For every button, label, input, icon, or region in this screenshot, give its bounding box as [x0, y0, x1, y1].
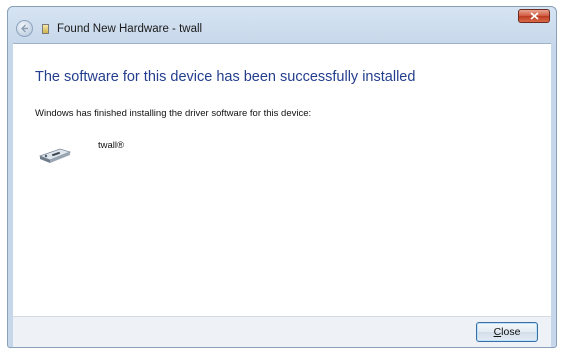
close-icon: [530, 12, 539, 20]
back-arrow-icon: [21, 24, 28, 33]
description-text: Windows has finished installing the driv…: [35, 108, 312, 119]
close-button[interactable]: Close: [476, 322, 538, 342]
hardware-icon: [42, 24, 49, 34]
close-label: lose: [501, 325, 521, 338]
device-name: twall®: [98, 140, 125, 151]
content-area: The software for this device has been su…: [13, 43, 551, 347]
page-heading: The software for this device has been su…: [35, 69, 416, 85]
back-button[interactable]: [16, 20, 33, 37]
window-title: Found New Hardware - twall: [57, 23, 203, 35]
wizard-window: Found New Hardware - twall The software …: [7, 6, 557, 348]
window-close-button[interactable]: [518, 9, 550, 23]
title-bar: Found New Hardware - twall: [8, 7, 556, 43]
device-icon: [38, 145, 72, 170]
button-bar: Close: [13, 316, 551, 347]
